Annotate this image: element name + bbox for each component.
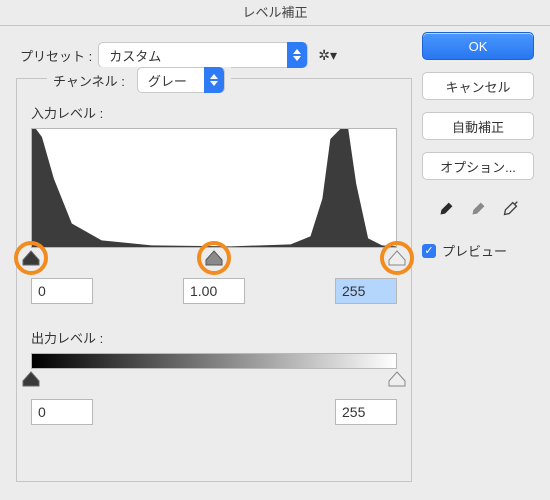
output-highlight-handle[interactable] — [388, 371, 406, 387]
highlight-slider-handle[interactable] — [388, 250, 406, 266]
eyedropper-gray-icon[interactable] — [467, 198, 489, 223]
dropdown-caret-icon — [287, 42, 307, 68]
ok-button[interactable]: OK — [422, 32, 534, 60]
output-highlight-field[interactable]: 255 — [335, 399, 397, 425]
output-shadow-handle[interactable] — [22, 371, 40, 387]
options-button[interactable]: オプション... — [422, 152, 534, 180]
channel-label: チャンネル : — [53, 71, 125, 90]
eyedropper-white-icon[interactable] — [499, 198, 521, 223]
input-gamma-field[interactable]: 1.00 — [183, 278, 245, 304]
output-slider[interactable] — [31, 371, 397, 393]
cancel-button[interactable]: キャンセル — [422, 72, 534, 100]
shadow-slider-handle[interactable] — [22, 250, 40, 266]
channel-value: グレー — [148, 71, 187, 90]
window-title: レベル補正 — [0, 0, 550, 26]
levels-panel: チャンネル : グレー 入力レベル : 0 1.00 255 出力レベル — [16, 78, 412, 482]
dropdown-caret-icon — [204, 67, 224, 93]
input-slider[interactable] — [31, 250, 397, 272]
gear-icon[interactable]: ✲▾ — [318, 47, 337, 64]
eyedropper-black-icon[interactable] — [435, 198, 457, 223]
preset-value: カスタム — [109, 46, 161, 65]
preview-checkbox[interactable]: ✓ — [422, 244, 436, 258]
input-levels-label: 入力レベル : — [31, 103, 411, 122]
preset-select[interactable]: カスタム — [98, 42, 308, 68]
input-shadow-field[interactable]: 0 — [31, 278, 93, 304]
auto-button[interactable]: 自動補正 — [422, 112, 534, 140]
output-gradient — [31, 353, 397, 369]
gamma-slider-handle[interactable] — [205, 250, 223, 266]
preset-label: プリセット : — [20, 46, 92, 65]
channel-select[interactable]: グレー — [137, 67, 225, 93]
input-highlight-field[interactable]: 255 — [335, 278, 397, 304]
preview-label: プレビュー — [442, 241, 507, 260]
output-shadow-field[interactable]: 0 — [31, 399, 93, 425]
output-levels-label: 出力レベル : — [31, 328, 411, 347]
histogram — [31, 128, 397, 248]
